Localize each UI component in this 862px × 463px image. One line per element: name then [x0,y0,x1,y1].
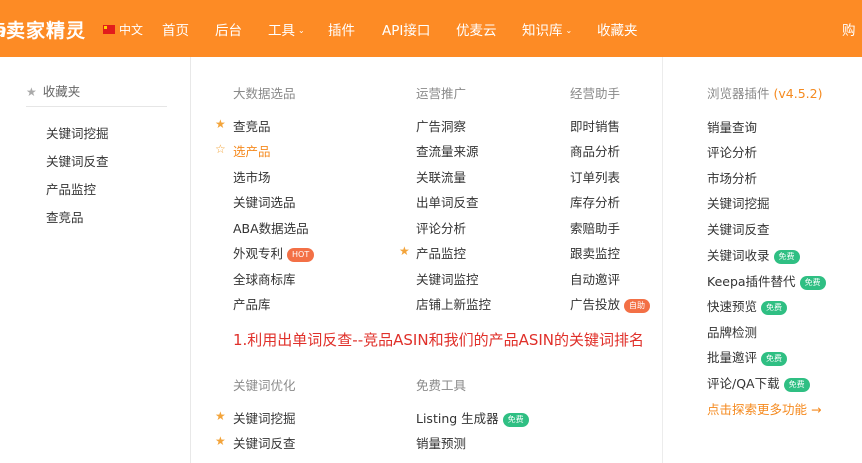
menu-item-label: 关键词收录 [707,248,770,263]
section-title-keyword-optimization: 关键词优化 [233,378,296,393]
divider [26,106,167,107]
star-icon: ★ [26,85,37,99]
free-badge: 免费 [761,352,788,366]
menu-item[interactable]: 选市场 [233,167,271,186]
china-flag-icon [103,25,115,34]
language-switch[interactable]: 中文 [103,21,143,38]
nav-knowledge-base[interactable]: 知识库 ⌄ [522,19,572,39]
section-title-big-data: 大数据选品 [233,86,296,101]
hot-badge: HOT [287,248,315,262]
favorites-title-label: 收藏夹 [42,84,81,99]
free-badge: 免费 [773,250,800,264]
menu-item[interactable]: 关键词挖掘 [707,193,770,212]
menu-item[interactable]: Keepa插件替代 免费 [707,271,826,290]
nav-buy[interactable]: 购 [842,19,856,39]
favorite-item[interactable]: 查竞品 [46,207,84,226]
star-icon[interactable]: ★ [215,434,226,448]
menu-item[interactable]: 销量查询 [707,117,757,136]
free-badge: 免费 [502,413,529,427]
nav-home[interactable]: 首页 [162,19,189,39]
menu-item[interactable]: 自动邀评 [570,269,620,288]
menu-item[interactable]: 广告投放 自助 [570,294,651,313]
menu-item[interactable]: 销量预测 [416,433,466,452]
plugin-version: (v4.5.2) [773,86,823,101]
favorites-title: ★ 收藏夹 [26,81,80,100]
section-title-assistant: 经营助手 [570,86,621,101]
menu-item[interactable]: ABA数据选品 [233,218,309,237]
favorite-item[interactable]: 关键词反查 [46,151,109,170]
chevron-down-icon: ⌄ [565,26,573,35]
menu-item[interactable]: 外观专利 HOT [233,243,315,262]
menu-item[interactable]: 品牌检测 [707,322,757,341]
star-outline-icon[interactable]: ☆ [215,142,226,156]
menu-item[interactable]: 广告洞察 [416,116,466,135]
menu-item[interactable]: 关键词挖掘 [233,408,296,427]
menu-item[interactable]: 店铺上新监控 [416,294,491,313]
menu-item[interactable]: 关键词反查 [233,433,296,452]
menu-item[interactable]: 查流量来源 [416,141,479,160]
menu-item-label: 评论/QA下载 [707,376,780,391]
free-badge: 免费 [783,378,810,392]
favorite-item[interactable]: 关键词挖掘 [46,123,109,142]
annotation-text: 1.利用出单词反查--竞品ASIN和我们的产品ASIN的关键词排名 [233,331,644,349]
menu-item[interactable]: 评论分析 [416,218,466,237]
star-icon[interactable]: ★ [215,117,226,131]
menu-item[interactable]: 商品分析 [570,141,620,160]
divider [662,57,663,463]
free-badge: 免费 [761,301,788,315]
menu-item[interactable]: 查竞品 [233,116,271,135]
auto-badge: 自助 [624,299,651,313]
menu-item[interactable]: 评论分析 [707,142,757,161]
menu-item-active[interactable]: 选产品 [233,141,271,160]
brand-logo[interactable]: ā卖家精灵 [0,16,86,43]
nav-tools[interactable]: 工具 ⌄ [268,19,305,39]
nav-tools-label: 工具 [268,23,295,39]
star-icon[interactable]: ★ [399,244,410,258]
brand-name: 卖家精灵 [6,20,87,42]
section-title-label: 浏览器插件 [707,86,770,101]
menu-item-label: 广告投放 [570,297,621,312]
top-navigation-bar: ā卖家精灵 中文 首页 后台 工具⌄ 插件 API接口 优麦云 知识库⌄ 收藏夹… [0,0,862,57]
chevron-down-icon: ⌄ [298,26,305,35]
nav-knowledge-base-label: 知识库 [522,23,563,39]
menu-item[interactable]: 关键词监控 [416,269,479,288]
explore-more-link[interactable]: 点击探索更多功能 → [707,399,821,418]
menu-item[interactable]: 产品监控 [416,243,466,262]
menu-item[interactable]: 全球商标库 [233,269,296,288]
star-icon[interactable]: ★ [215,409,226,423]
free-badge: 免费 [799,276,826,290]
menu-item[interactable]: 即时销售 [570,116,620,135]
favorite-item[interactable]: 产品监控 [46,179,96,198]
menu-item[interactable]: 关键词反查 [707,219,770,238]
nav-backend[interactable]: 后台 [215,19,242,39]
menu-item[interactable]: 批量邀评 免费 [707,347,788,366]
menu-item[interactable]: 订单列表 [570,167,620,186]
menu-item[interactable]: 出单词反查 [416,192,479,211]
menu-item[interactable]: 市场分析 [707,168,757,187]
menu-item-label: 快速预览 [707,299,758,314]
nav-favorites[interactable]: 收藏夹 [597,19,638,39]
menu-item[interactable]: 产品库 [233,294,271,313]
menu-item[interactable]: 关联流量 [416,167,466,186]
section-title-promotion: 运营推广 [416,86,467,101]
menu-item-label: Listing 生成器 [416,411,499,426]
menu-item-label: 批量邀评 [707,350,758,365]
section-title-free-tools: 免费工具 [416,378,467,393]
menu-item[interactable]: 关键词选品 [233,192,296,211]
language-label: 中文 [119,23,144,37]
menu-item[interactable]: Listing 生成器 免费 [416,408,529,427]
menu-item[interactable]: 库存分析 [570,192,620,211]
menu-item-label: Keepa插件替代 [707,274,796,289]
menu-item[interactable]: 评论/QA下载 免费 [707,373,810,392]
nav-youmaiyun[interactable]: 优麦云 [456,19,497,39]
menu-item[interactable]: 跟卖监控 [570,243,620,262]
nav-api[interactable]: API接口 [382,19,430,39]
nav-plugin[interactable]: 插件 [328,19,355,39]
menu-item-label: 外观专利 [233,246,284,261]
divider [190,57,191,463]
menu-item[interactable]: 索赔助手 [570,218,620,237]
menu-item[interactable]: 快速预览 免费 [707,296,788,315]
menu-item[interactable]: 关键词收录 免费 [707,245,800,264]
section-title-browser-plugin: 浏览器插件 (v4.5.2) [707,83,822,102]
